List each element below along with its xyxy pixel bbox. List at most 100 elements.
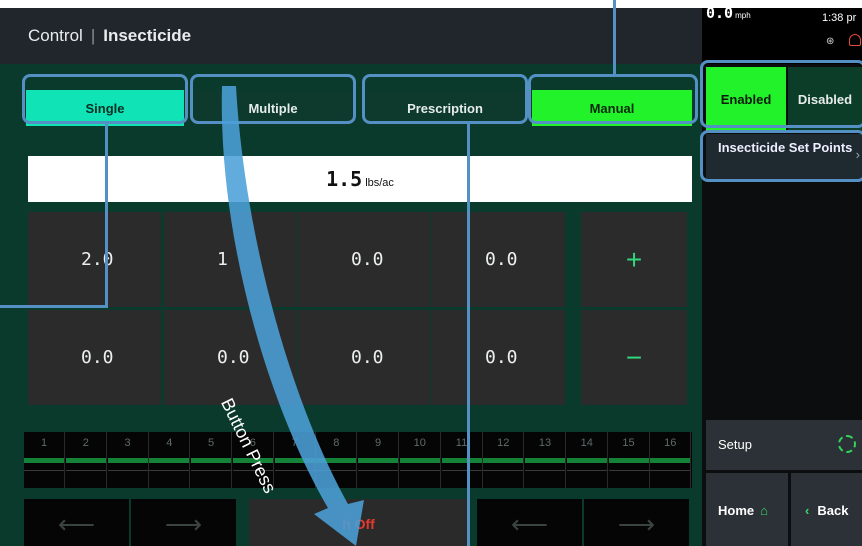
plus-button[interactable]: +: [581, 212, 687, 307]
speed-readout: 0.0 mph: [706, 4, 751, 22]
callout-line-manual: [613, 0, 616, 76]
preset-cell[interactable]: 0.0: [298, 310, 431, 405]
section-divider: [107, 470, 148, 471]
section-status-bar: [24, 458, 64, 463]
speed-unit: mph: [735, 11, 751, 20]
section-cell: 15: [608, 432, 650, 488]
highlight-manual: [528, 74, 698, 124]
section-cell: 13: [525, 432, 566, 488]
preset-cell[interactable]: 0.0: [164, 310, 297, 405]
gps-icon: ⊛: [826, 36, 835, 47]
section-number: 2: [82, 437, 89, 449]
section-status-bar: [107, 458, 148, 463]
section-number: 14: [580, 437, 593, 449]
section-number: 16: [664, 437, 677, 449]
section-cell: 3: [107, 432, 149, 488]
header-bar: Control | Insecticide: [0, 8, 702, 64]
home-button[interactable]: Home ⌂: [706, 473, 788, 546]
home-icon: ⌂: [760, 503, 768, 518]
preset-cell[interactable]: 0.0: [432, 212, 565, 307]
preset-cell[interactable]: 0.0: [28, 310, 161, 405]
home-label: Home: [718, 503, 755, 518]
header-separator: |: [90, 26, 96, 45]
section-status-bar: [608, 458, 649, 463]
section-status-bar: [483, 458, 524, 463]
section-cell: 9: [358, 432, 399, 488]
section-cell: 14: [566, 432, 608, 488]
section-divider: [65, 470, 106, 471]
section-divider: [525, 470, 565, 471]
switch-off-button[interactable]: h Off: [249, 499, 468, 546]
section-cell: 4: [149, 432, 191, 488]
preset-cell[interactable]: 1: [164, 212, 297, 307]
section-divider: [650, 470, 691, 471]
right-arrow-button[interactable]: ⟶: [131, 499, 236, 546]
section-divider: [191, 470, 231, 471]
header-section: Control: [28, 26, 83, 45]
rate-unit: lbs/ac: [365, 177, 394, 189]
section-cell: 7: [274, 432, 316, 488]
section-status-bar: [191, 458, 231, 463]
section-number: 7: [291, 437, 298, 449]
section-number: 11: [455, 437, 468, 449]
section-cell: 1: [24, 432, 65, 488]
alert-icon: [849, 34, 861, 46]
section-status-bar: [149, 458, 190, 463]
section-cell: 5: [191, 432, 232, 488]
preset-cell[interactable]: 2.0: [28, 212, 161, 307]
preset-cell[interactable]: 0.0: [432, 310, 565, 405]
section-cell: 11: [441, 432, 483, 488]
left-arrow-button[interactable]: ⟵: [24, 499, 129, 546]
left-arrow-button-2[interactable]: ⟵: [477, 499, 582, 546]
section-divider: [483, 470, 524, 471]
section-divider: [24, 470, 64, 471]
callout-line-prescription: [467, 122, 470, 546]
rate-value: 1.5: [326, 167, 363, 191]
rate-display: 1.5 lbs/ac: [28, 156, 692, 202]
preset-cell[interactable]: 0.0: [298, 212, 431, 307]
section-status-bar: [399, 458, 440, 463]
chevron-left-icon: ‹: [805, 503, 810, 518]
section-status-bar: [316, 458, 357, 463]
gear-icon: [838, 435, 856, 453]
highlight-set-points: [700, 130, 862, 182]
section-number: 15: [622, 437, 635, 449]
setup-label: Setup: [718, 437, 752, 452]
section-number: 13: [538, 437, 552, 449]
section-divider: [274, 470, 315, 471]
section-divider: [316, 470, 357, 471]
highlight-prescription: [362, 74, 528, 124]
section-status-bar: [274, 458, 315, 463]
section-number: 8: [333, 437, 340, 449]
right-arrow-button-2[interactable]: ⟶: [584, 499, 689, 546]
section-number: 12: [497, 437, 510, 449]
section-number: 1: [40, 437, 48, 449]
section-status-bar: [566, 458, 607, 463]
section-number: 5: [207, 437, 215, 449]
section-cell: 16: [650, 432, 692, 488]
page-title: Control | Insecticide: [28, 26, 191, 46]
back-button[interactable]: ‹ Back: [791, 473, 862, 546]
section-status-bar: [650, 458, 691, 463]
section-status-bar: [358, 458, 398, 463]
section-status-bar: [525, 458, 565, 463]
section-cell: 2: [65, 432, 107, 488]
section-bar: 1 2 3 4 5 6 7 8 9 10 11 12 13 14 15 16: [24, 432, 692, 488]
highlight-single: [22, 74, 188, 124]
minus-button[interactable]: −: [581, 310, 687, 405]
callout-line-single: [105, 122, 108, 308]
back-label: Back: [817, 503, 849, 518]
section-number: 9: [374, 437, 382, 449]
highlight-enable-toggle: [700, 60, 862, 128]
section-divider: [149, 470, 190, 471]
section-cell: 8: [316, 432, 358, 488]
section-divider: [566, 470, 607, 471]
clock: 1:38 pr: [822, 12, 857, 24]
section-cell: 12: [483, 432, 525, 488]
section-number: 3: [124, 437, 131, 449]
section-divider: [441, 470, 482, 471]
section-status-bar: [441, 458, 482, 463]
section-number: 10: [413, 437, 426, 449]
section-status-bar: [65, 458, 106, 463]
speed-value: 0.0: [706, 4, 734, 22]
